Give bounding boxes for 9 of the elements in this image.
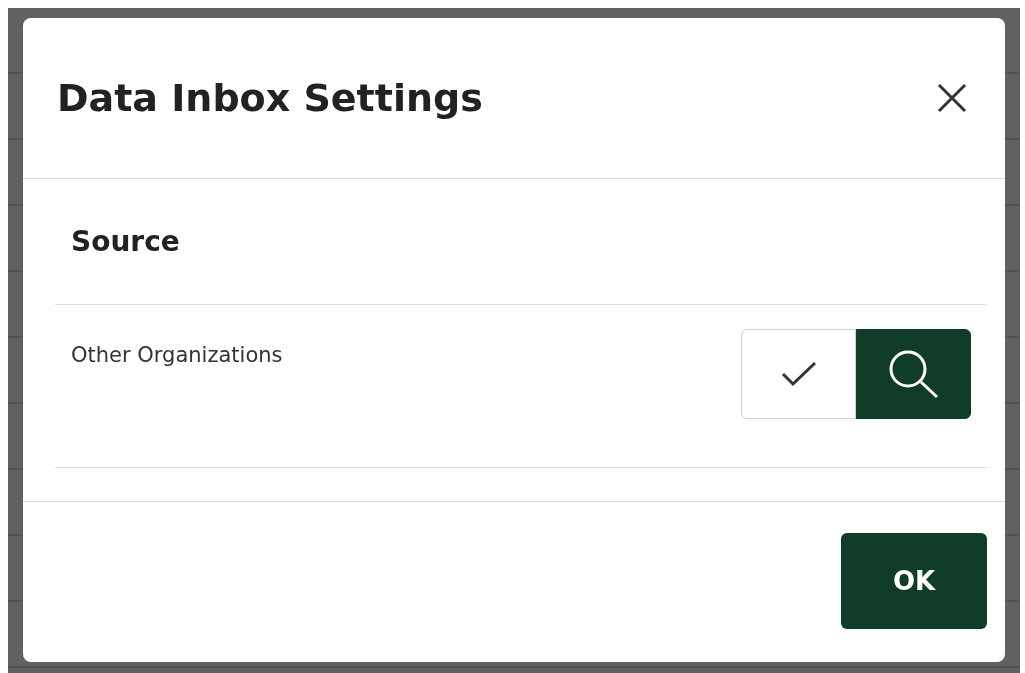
section-heading: Source [55,179,987,305]
close-icon [937,83,967,113]
row-label: Other Organizations [71,343,283,367]
search-toggle[interactable] [856,329,971,419]
ok-button[interactable]: OK [841,533,987,629]
checkmark-icon [779,360,818,388]
search-icon [887,349,940,399]
dialog-title: Data Inbox Settings [57,76,483,120]
check-toggle[interactable] [741,329,856,419]
